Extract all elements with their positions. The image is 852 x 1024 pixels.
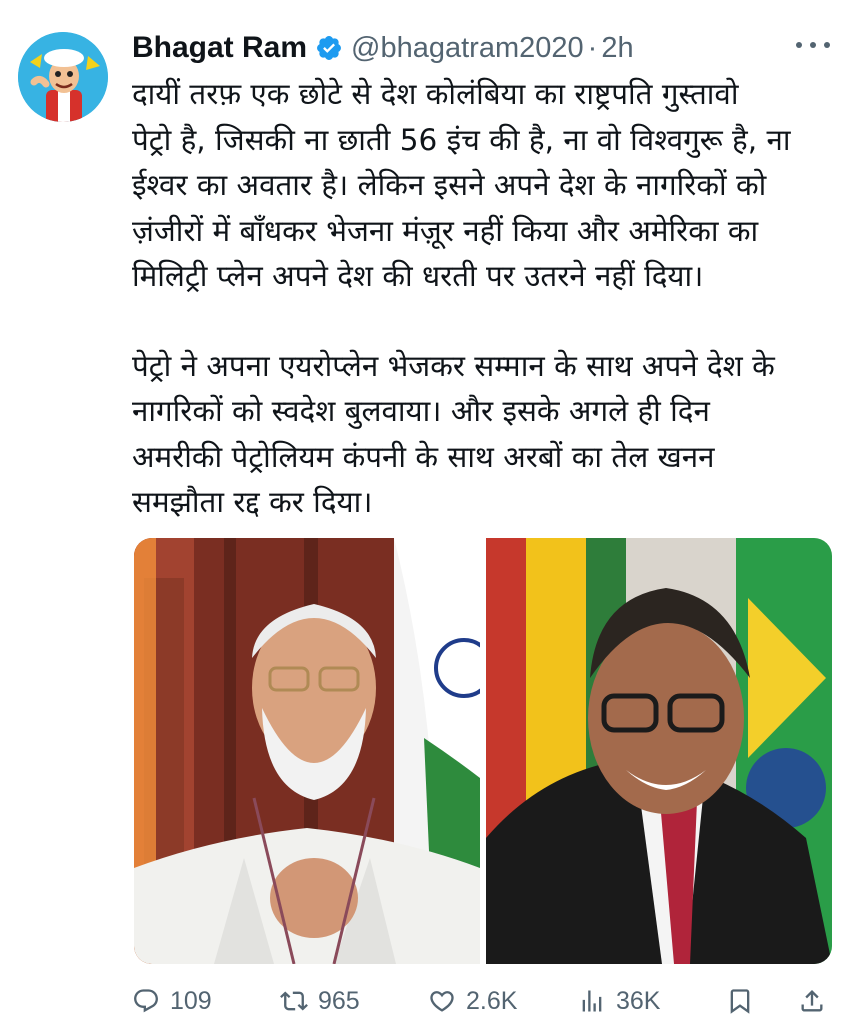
author-avatar[interactable]: [18, 32, 108, 122]
tweet-line: पेट्रो ने अपना एयरोप्लेन भेजकर सम्मान के…: [132, 348, 775, 383]
media-photo-left[interactable]: [134, 538, 480, 964]
tweet-media: [134, 538, 832, 964]
bookmark-button[interactable]: [726, 987, 764, 1015]
tweet-line: ईश्वर का अवतार है। लेकिन इसने अपने देश क…: [132, 168, 767, 202]
more-dot: [796, 42, 802, 48]
tweet-line: नागरिकों को स्वदेश बुलवाया। और इसके अगले…: [132, 394, 710, 428]
tweet-line: दायीं तरफ़ एक छोटे से देश कोलंबिया का रा…: [132, 77, 739, 111]
verified-badge-icon: [317, 36, 342, 60]
portrait-photo-left: [134, 538, 480, 964]
tweet-card: Bhagat Ram @bhagatram2020 · 2h दायीं तरफ…: [0, 0, 852, 1024]
more-dot: [810, 42, 816, 48]
tweet-line: ज़ंजीरों में बाँधकर भेजना मंज़ूर नहीं कि…: [132, 213, 759, 248]
tweet-line: मिलिट्री प्लेन अपने देश की धरती पर उतरने…: [132, 259, 704, 293]
reply-icon: [134, 989, 158, 1013]
author-name[interactable]: Bhagat Ram: [132, 31, 307, 65]
retweet-button[interactable]: 965: [280, 987, 360, 1016]
reply-count: 109: [170, 986, 212, 1015]
reply-button[interactable]: 109: [132, 987, 212, 1016]
like-count: 2.6K: [466, 986, 518, 1015]
tweet-line: समझौता रद्द कर दिया।: [132, 485, 373, 519]
tweet-paragraph-2: पेट्रो ने अपना एयरोप्लेन भेजकर सम्मान के…: [132, 344, 832, 526]
share-button[interactable]: [798, 987, 836, 1015]
views-chart-icon: [582, 990, 602, 1012]
tweet-header: Bhagat Ram @bhagatram2020 · 2h: [132, 28, 634, 68]
author-handle[interactable]: @bhagatram2020: [351, 32, 584, 65]
heart-icon: [430, 991, 454, 1012]
views-count: 36K: [616, 986, 661, 1015]
views-button[interactable]: 36K: [578, 987, 660, 1016]
header-separator: ·: [587, 31, 598, 64]
share-icon: [801, 990, 823, 1012]
cartoon-man-avatar-icon: [18, 32, 108, 122]
tweet-line: पेट्रो है, जिसकी ना छाती 56 इंच की है, न…: [132, 122, 791, 157]
like-button[interactable]: 2.6K: [428, 987, 517, 1016]
bookmark-icon: [730, 989, 750, 1014]
tweet-action-bar: 109 965 2.6K 36K: [132, 982, 832, 1020]
more-dot: [824, 42, 830, 48]
media-photo-right[interactable]: [486, 538, 832, 964]
tweet-timestamp[interactable]: 2h: [601, 32, 633, 65]
retweet-count: 965: [318, 986, 360, 1015]
more-options-icon[interactable]: [796, 38, 830, 52]
tweet-line: अमरीकी पेट्रोलियम कंपनी के साथ अरबों का …: [132, 439, 715, 474]
tweet-text: दायीं तरफ़ एक छोटे से देश कोलंबिया का रा…: [132, 72, 832, 526]
portrait-photo-right: [486, 538, 832, 964]
tweet-paragraph-1: दायीं तरफ़ एक छोटे से देश कोलंबिया का रा…: [132, 72, 832, 300]
retweet-icon: [280, 991, 308, 1011]
